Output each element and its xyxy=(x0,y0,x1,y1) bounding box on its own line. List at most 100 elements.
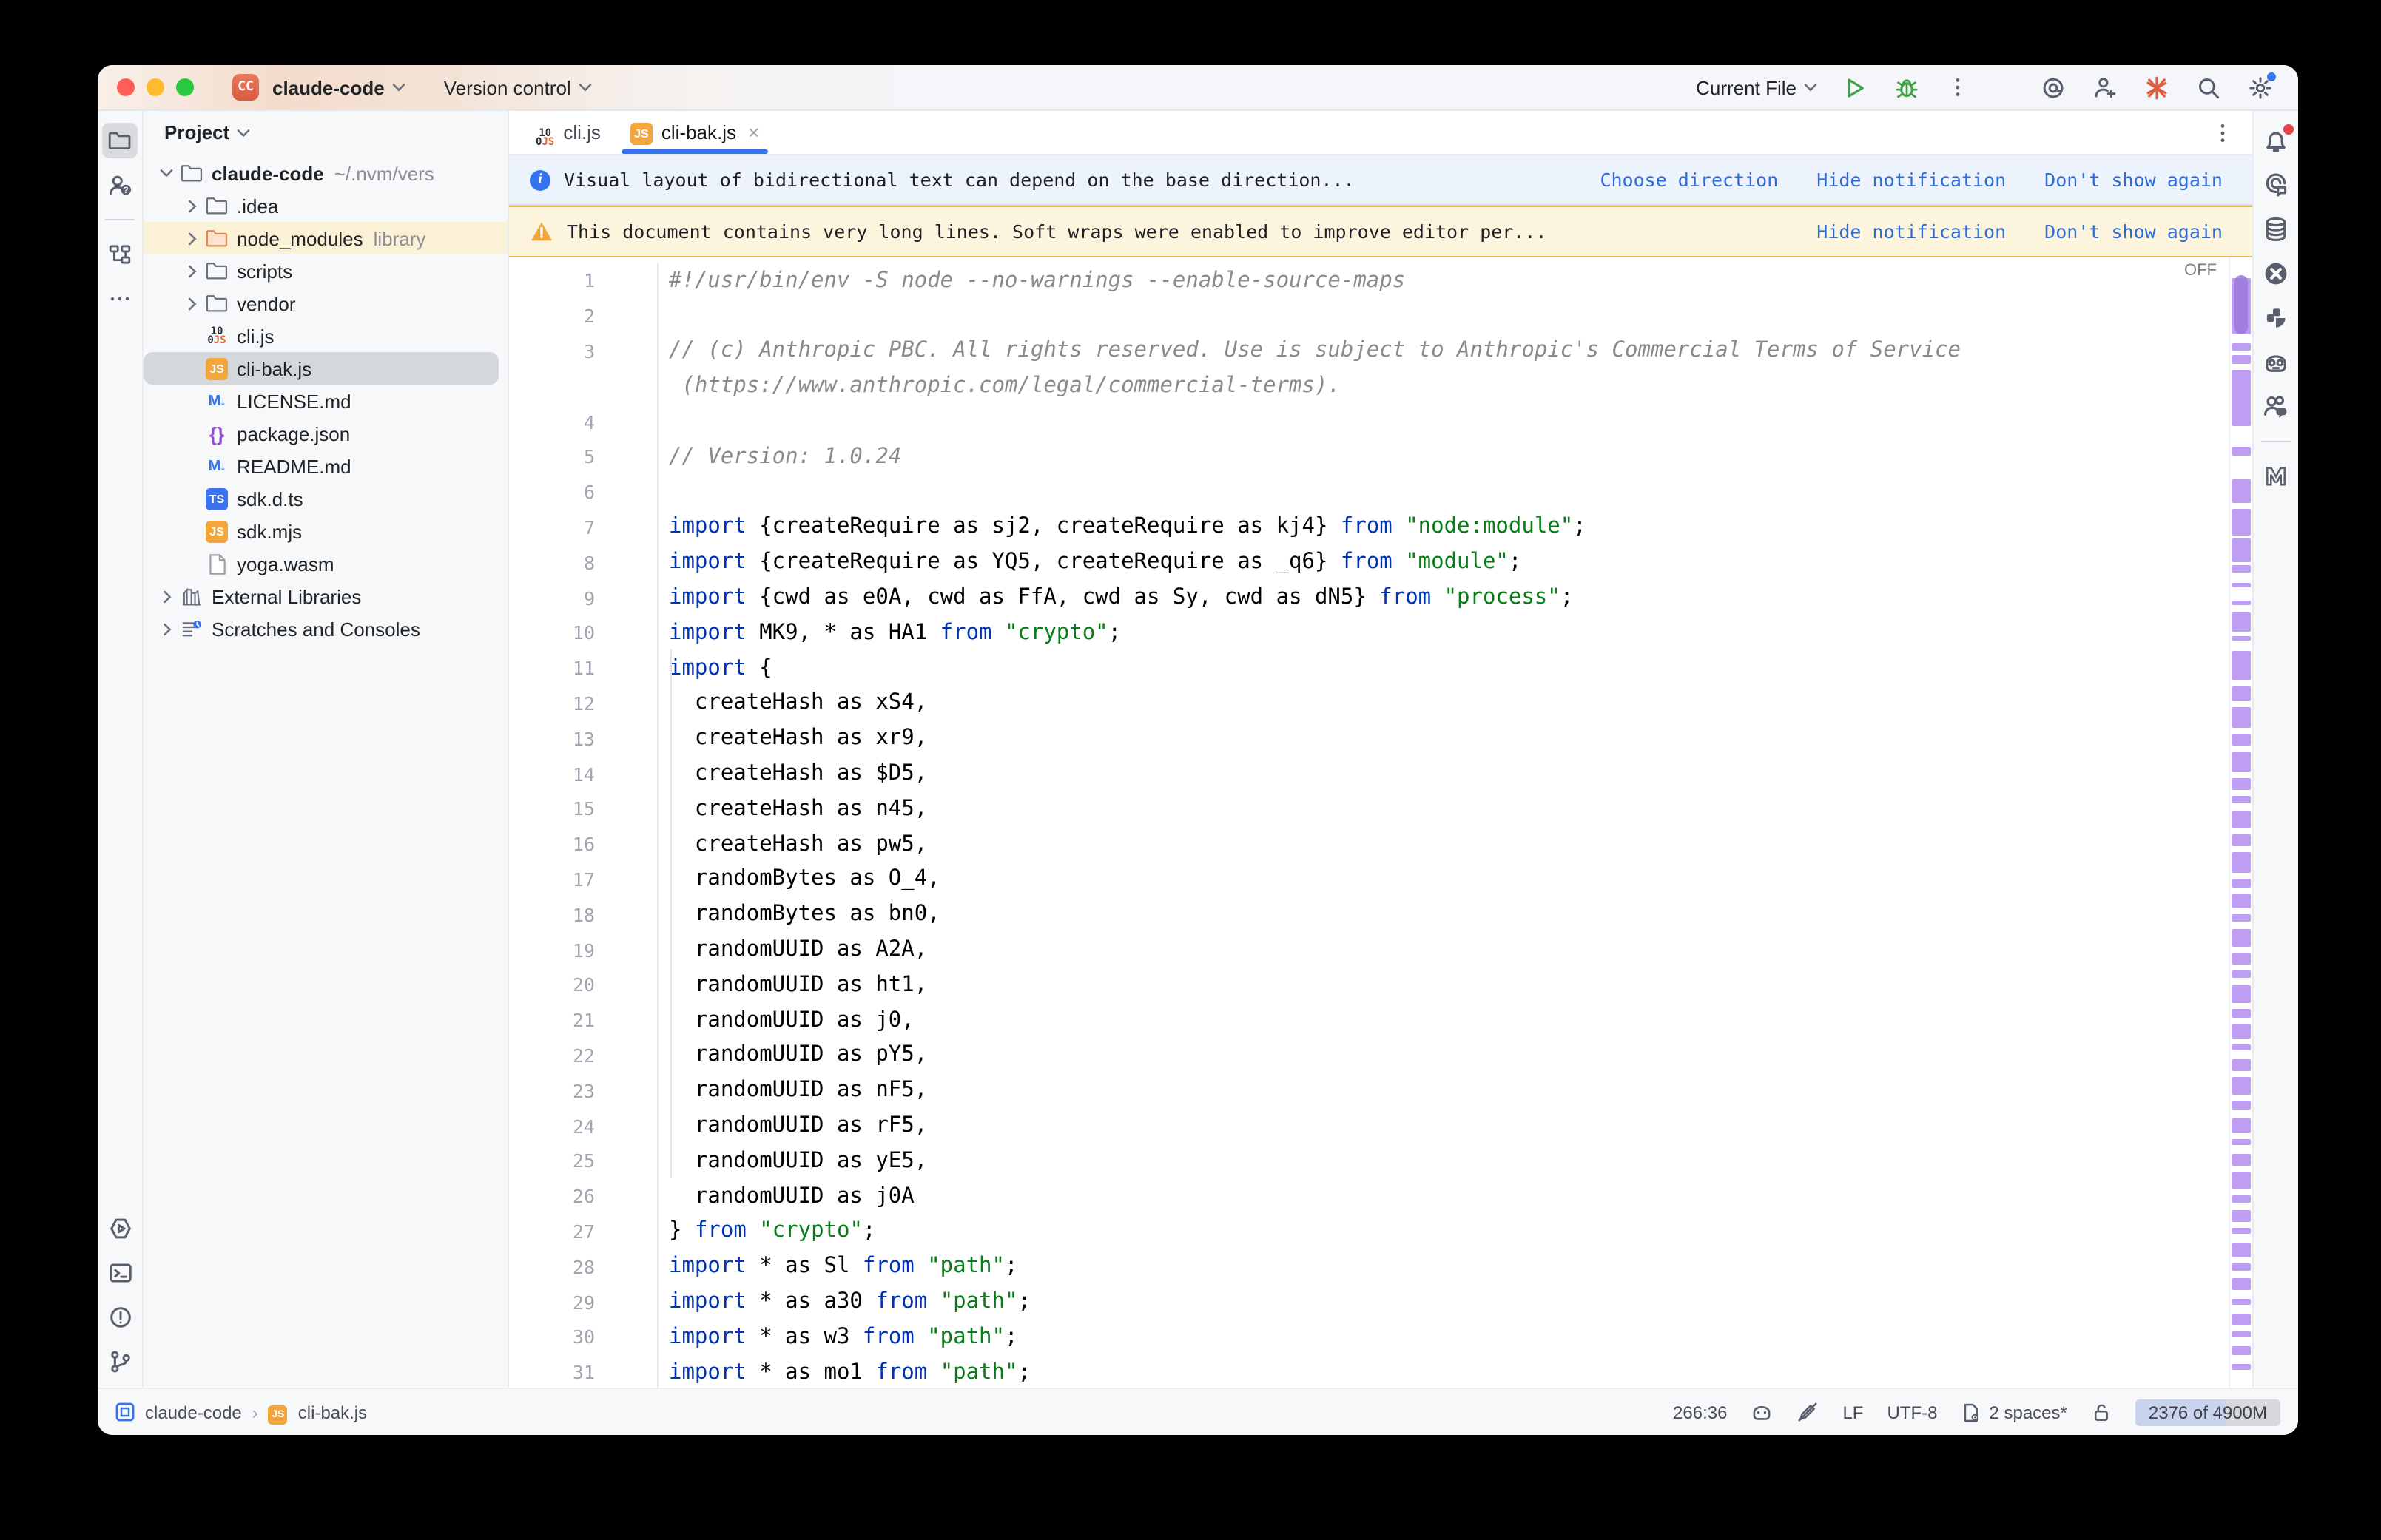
debug-button[interactable] xyxy=(1891,72,1921,102)
tree-item-cli-js[interactable]: 100JS cli.js xyxy=(144,320,508,352)
project-tool-button[interactable] xyxy=(102,123,138,158)
line-number: 23 xyxy=(509,1079,595,1101)
run-tool-button[interactable] xyxy=(102,1210,138,1246)
tree-item-label: README.md xyxy=(237,455,351,477)
ai-assistant-icon[interactable] xyxy=(2258,167,2294,203)
chevron-right-icon[interactable] xyxy=(181,264,203,277)
chevron-right-icon[interactable] xyxy=(181,232,203,245)
tree-item-scratches-and-consoles[interactable]: Scratches and Consoles xyxy=(144,612,508,645)
add-user-icon[interactable] xyxy=(2089,72,2119,102)
database-icon[interactable] xyxy=(2258,212,2294,247)
close-window-button[interactable] xyxy=(117,78,135,96)
code-line: 18 randomBytes as bn0, xyxy=(509,897,2229,933)
notifications-bell-icon[interactable] xyxy=(2258,123,2294,158)
chevron-right-icon[interactable] xyxy=(181,199,203,212)
run-button[interactable] xyxy=(1839,72,1869,102)
code-editor[interactable]: OFF 1 #!/usr/bin/env -S node --no-warnin… xyxy=(509,257,2252,1388)
vcs-change-mark xyxy=(2232,852,2251,873)
search-everywhere-icon[interactable] xyxy=(2193,72,2223,102)
tree-item-external-libraries[interactable]: External Libraries xyxy=(144,580,508,612)
vcs-menu[interactable]: Version control xyxy=(444,76,592,98)
tree-item-cli-bak-js[interactable]: JS cli-bak.js xyxy=(144,352,508,385)
tree-item-label: .idea xyxy=(237,195,278,217)
tree-item-label: sdk.d.ts xyxy=(237,487,303,510)
run-configuration-selector[interactable]: Current File xyxy=(1696,76,1817,98)
chevron-down-icon[interactable] xyxy=(155,169,178,178)
tree-item-license-md[interactable]: M↓ LICENSE.md xyxy=(144,385,508,417)
close-tab-icon[interactable]: × xyxy=(748,121,759,143)
tree-item-sdk-d-ts[interactable]: TS sdk.d.ts xyxy=(144,482,508,515)
vcs-change-mark xyxy=(2232,953,2251,965)
vcs-change-mark xyxy=(2232,914,2251,922)
tree-item--idea[interactable]: .idea xyxy=(144,189,508,222)
project-menu[interactable]: claude-code xyxy=(272,76,405,98)
vcs-change-mark xyxy=(2232,894,2251,908)
tree-item-claude-code[interactable]: claude-code~/.nvm/vers xyxy=(144,157,508,189)
code-line: 23 randomUUID as nF5, xyxy=(509,1073,2229,1109)
line-number: 28 xyxy=(509,1255,595,1277)
vcs-tool-button[interactable]: ? xyxy=(102,167,138,203)
chevron-right-icon[interactable] xyxy=(155,590,178,603)
ide-window: CC claude-code Version control Current F… xyxy=(98,65,2298,1435)
maximize-window-button[interactable] xyxy=(176,78,194,96)
structure-tool-button[interactable] xyxy=(102,237,138,272)
project-panel-header[interactable]: Project xyxy=(144,111,508,154)
banner-text: This document contains very long lines. … xyxy=(567,220,1547,243)
window-controls xyxy=(117,78,194,96)
highlighting-off-icon[interactable] xyxy=(1796,1401,1819,1423)
more-tools-button[interactable] xyxy=(102,281,138,317)
folder-icon xyxy=(203,293,231,314)
banner-link[interactable]: Don't show again xyxy=(2044,220,2223,243)
minimize-window-button[interactable] xyxy=(147,78,164,96)
settings-gear-icon[interactable] xyxy=(2245,72,2274,102)
tree-item-package-json[interactable]: {} package.json xyxy=(144,417,508,450)
breadcrumb-file[interactable]: cli-bak.js xyxy=(298,1402,367,1422)
terminal-tool-button[interactable] xyxy=(102,1254,138,1290)
indent-widget[interactable]: 2 spaces* xyxy=(1961,1402,2067,1422)
toolbar-right: Current File xyxy=(1696,72,2298,102)
mention-icon[interactable] xyxy=(2038,72,2067,102)
readonly-lock-icon[interactable] xyxy=(2091,1402,2112,1422)
banner-link[interactable]: Hide notification xyxy=(1816,169,2006,191)
tree-item-sdk-mjs[interactable]: JS sdk.mjs xyxy=(144,515,508,547)
line-number: 25 xyxy=(509,1150,595,1172)
vcs-change-mark xyxy=(2232,796,2251,803)
banner-link[interactable]: Hide notification xyxy=(1816,220,2006,243)
breadcrumb-project[interactable]: claude-code xyxy=(145,1402,242,1422)
code-with-me-icon[interactable] xyxy=(2258,389,2294,425)
tree-item-label: vendor xyxy=(237,292,296,314)
x-circle-icon[interactable] xyxy=(2258,256,2294,291)
tree-item-yoga-wasm[interactable]: yoga.wasm xyxy=(144,547,508,580)
encoding-widget[interactable]: UTF-8 xyxy=(1887,1402,1937,1422)
editor-scrollbar-stripe[interactable] xyxy=(2229,257,2252,1388)
banner-link[interactable]: Don't show again xyxy=(2044,169,2223,191)
problems-tool-button[interactable] xyxy=(102,1299,138,1334)
scrollbar-thumb[interactable] xyxy=(2234,275,2248,334)
git-tool-button[interactable] xyxy=(102,1343,138,1379)
plugins-icon[interactable] xyxy=(2258,300,2294,336)
tab-options-kebab-icon[interactable] xyxy=(2211,121,2252,144)
line-separator-widget[interactable]: LF xyxy=(1842,1402,1863,1422)
asterisk-plugin-icon[interactable] xyxy=(2141,72,2171,102)
caret-position-widget[interactable]: 266:36 xyxy=(1673,1402,1727,1422)
tree-item-vendor[interactable]: vendor xyxy=(144,287,508,320)
code-line: 30 import * as w3 from "path"; xyxy=(509,1320,2229,1355)
chevron-right-icon[interactable] xyxy=(155,622,178,635)
line-number: 16 xyxy=(509,833,595,855)
copilot-status-icon[interactable] xyxy=(1751,1401,1773,1423)
chevron-down-icon xyxy=(237,128,250,137)
banner-link[interactable]: Choose direction xyxy=(1600,169,1778,191)
markdown-m-icon[interactable] xyxy=(2258,459,2294,494)
tree-item-scripts[interactable]: scripts xyxy=(144,254,508,287)
chevron-right-icon[interactable] xyxy=(181,297,203,310)
tree-item-node-modules[interactable]: node_moduleslibrary xyxy=(144,222,508,254)
more-actions-kebab-icon[interactable] xyxy=(1943,72,1973,102)
tree-item-readme-md[interactable]: M↓ README.md xyxy=(144,450,508,482)
memory-indicator[interactable]: 2376 of 4900M xyxy=(2135,1399,2280,1425)
app-icon: CC xyxy=(232,74,259,101)
vcs-change-mark xyxy=(2232,778,2251,790)
copilot-robot-icon[interactable] xyxy=(2258,345,2294,380)
tab-cli-js[interactable]: 100JS cli.js xyxy=(521,111,616,154)
vcs-change-mark xyxy=(2232,1139,2251,1145)
tab-cli-bak-js[interactable]: JS cli-bak.js × xyxy=(616,111,774,154)
